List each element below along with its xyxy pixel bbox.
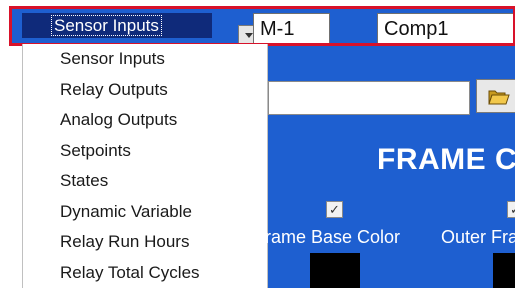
folder-open-icon <box>488 90 510 105</box>
highlight-outline <box>9 6 515 46</box>
outer-frame-color-swatch[interactable] <box>493 253 515 288</box>
outer-frame-checkbox[interactable]: ✓ <box>507 201 515 218</box>
dropdown-item-analog-outputs[interactable]: Analog Outputs <box>60 110 177 130</box>
dropdown-item-dynamic-variable[interactable]: Dynamic Variable <box>60 202 192 222</box>
dropdown-item-setpoints[interactable]: Setpoints <box>60 141 131 161</box>
file-path-input[interactable] <box>268 81 470 115</box>
frame-base-color-checkbox[interactable]: ✓ <box>326 201 343 218</box>
frame-base-color-swatch[interactable] <box>310 253 360 288</box>
dropdown-item-sensor-inputs[interactable]: Sensor Inputs <box>60 49 165 69</box>
dropdown-item-relay-outputs[interactable]: Relay Outputs <box>60 80 168 100</box>
frame-section-title: FRAME C <box>377 143 515 176</box>
dropdown-item-states[interactable]: States <box>60 171 108 191</box>
dropdown-item-relay-run-hours[interactable]: Relay Run Hours <box>60 232 189 252</box>
outer-frame-label: Outer Fra <box>441 227 515 247</box>
frame-base-color-label: rame Base Color <box>265 227 401 247</box>
dropdown-item-relay-total-cycles[interactable]: Relay Total Cycles <box>60 263 200 283</box>
browse-folder-button[interactable] <box>476 79 515 113</box>
input-type-dropdown-list[interactable]: Sensor Inputs Relay Outputs Analog Outpu… <box>22 44 268 288</box>
